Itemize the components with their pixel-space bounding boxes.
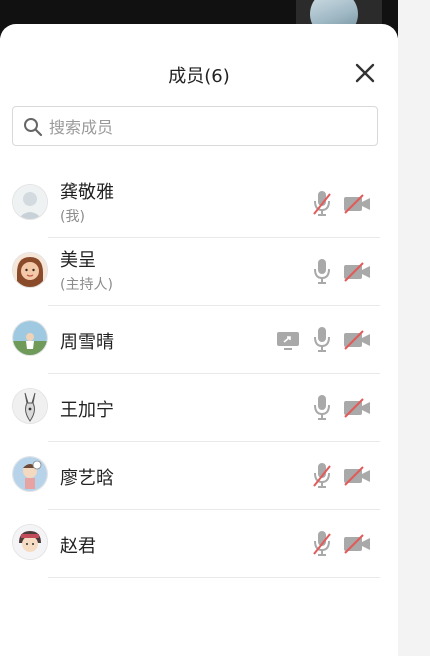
close-button[interactable]	[352, 60, 378, 86]
member-name: 周雪晴	[60, 332, 114, 353]
search-box[interactable]	[12, 106, 378, 147]
microphone-muted-icon[interactable]	[310, 188, 334, 218]
member-row[interactable]: 廖艺晗	[0, 442, 398, 510]
camera-off-icon[interactable]	[342, 534, 372, 554]
search-icon	[24, 118, 43, 137]
member-row[interactable]: 周雪晴	[0, 306, 398, 374]
avatar	[12, 320, 48, 356]
member-name: 龚敬雅	[60, 182, 114, 203]
member-name: 美呈	[60, 250, 96, 271]
camera-off-icon[interactable]	[342, 398, 372, 418]
member-name: 王加宁	[60, 400, 114, 421]
camera-off-icon[interactable]	[342, 330, 372, 350]
avatar	[12, 252, 48, 288]
microphone-icon[interactable]	[310, 392, 334, 422]
member-row[interactable]: 王加宁	[0, 374, 398, 442]
members-panel: 成员(6) 龚敬雅 (我)	[0, 24, 398, 656]
member-list: 龚敬雅 (我) 美呈 (主持人) 周雪晴 王加宁 廖艺晗 赵君	[0, 170, 398, 578]
microphone-muted-icon[interactable]	[310, 460, 334, 490]
camera-off-icon[interactable]	[342, 466, 372, 486]
avatar	[12, 524, 48, 560]
microphone-icon[interactable]	[310, 256, 334, 286]
member-role: (我)	[60, 209, 85, 225]
member-row[interactable]: 赵君	[0, 510, 398, 578]
microphone-icon[interactable]	[310, 324, 334, 354]
camera-off-icon[interactable]	[342, 194, 372, 214]
member-role: (主持人)	[60, 277, 113, 293]
member-name: 廖艺晗	[60, 468, 114, 489]
avatar	[12, 388, 48, 424]
panel-title: 成员(6)	[168, 66, 230, 87]
member-row[interactable]: 美呈 (主持人)	[0, 238, 398, 306]
member-name: 赵君	[60, 536, 96, 557]
avatar	[12, 456, 48, 492]
search-input[interactable]	[47, 107, 371, 147]
right-background	[398, 0, 430, 656]
camera-off-icon[interactable]	[342, 262, 372, 282]
member-row[interactable]: 龚敬雅 (我)	[0, 170, 398, 238]
microphone-muted-icon[interactable]	[310, 528, 334, 558]
screen-share-icon[interactable]	[276, 330, 300, 350]
avatar	[12, 184, 48, 220]
close-icon	[355, 63, 375, 83]
